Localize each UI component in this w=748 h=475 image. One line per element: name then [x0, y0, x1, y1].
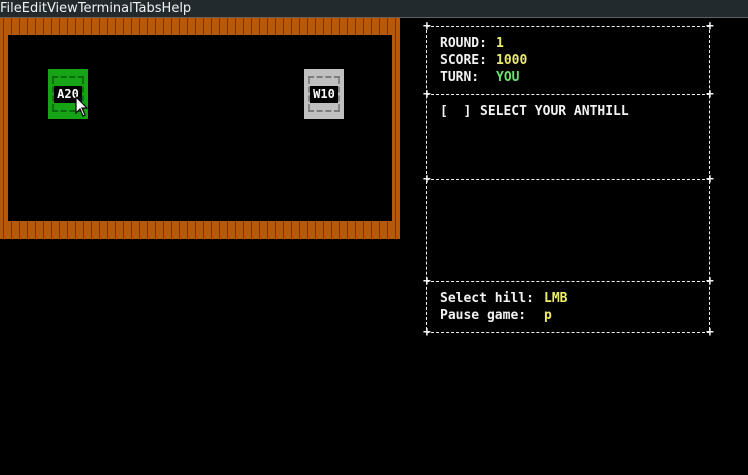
corner-plus: + — [706, 87, 714, 102]
corner-plus: + — [423, 274, 431, 289]
corner-plus: + — [423, 172, 431, 187]
select-hill-key: LMB — [544, 291, 568, 306]
corner-plus: + — [423, 325, 431, 340]
corner-plus: + — [706, 19, 714, 34]
hill-border-bottom — [308, 110, 340, 112]
anthill-neutral[interactable]: W10 — [304, 69, 344, 119]
menu-file[interactable]: File — [0, 0, 22, 17]
corner-plus: + — [706, 172, 714, 187]
corner-plus: + — [423, 19, 431, 34]
corner-plus: + — [706, 325, 714, 340]
corner-plus: + — [706, 274, 714, 289]
turn-label: TURN: — [440, 70, 480, 85]
select-hill-label: Select hill: — [440, 291, 534, 306]
menu-help[interactable]: Help — [162, 0, 192, 17]
pause-game-label: Pause game: — [440, 308, 527, 323]
panel-border-bottom — [426, 332, 710, 333]
menu-terminal[interactable]: Terminal — [78, 0, 133, 17]
pause-game-key: p — [544, 308, 552, 323]
menu-edit[interactable]: Edit — [22, 0, 47, 17]
score-value: 1000 — [496, 53, 528, 68]
turn-value: YOU — [496, 70, 520, 85]
panel-divider-3 — [426, 281, 710, 282]
menu-tabs[interactable]: Tabs — [133, 0, 162, 17]
mouse-cursor-icon — [75, 96, 89, 117]
score-label: SCORE: — [440, 53, 487, 68]
hill-border-right — [338, 78, 340, 110]
menu-view[interactable]: View — [47, 0, 78, 17]
board-field[interactable] — [8, 35, 392, 221]
panel-divider-1 — [426, 94, 710, 95]
round-label: ROUND: — [440, 36, 487, 51]
panel-border-top — [426, 26, 710, 27]
corner-plus: + — [423, 87, 431, 102]
hill-border-top — [308, 76, 340, 78]
hill-border-top — [52, 76, 84, 78]
round-value: 1 — [496, 36, 504, 51]
panel-divider-2 — [426, 179, 710, 180]
prompt-text: SELECT YOUR ANTHILL — [480, 104, 629, 119]
info-panel: + + + + + + + + + + ROUND: 1 SCORE: 1000… — [422, 0, 722, 345]
anthill-label: W10 — [310, 86, 338, 103]
prompt-checkbox: [ ] — [440, 104, 472, 119]
